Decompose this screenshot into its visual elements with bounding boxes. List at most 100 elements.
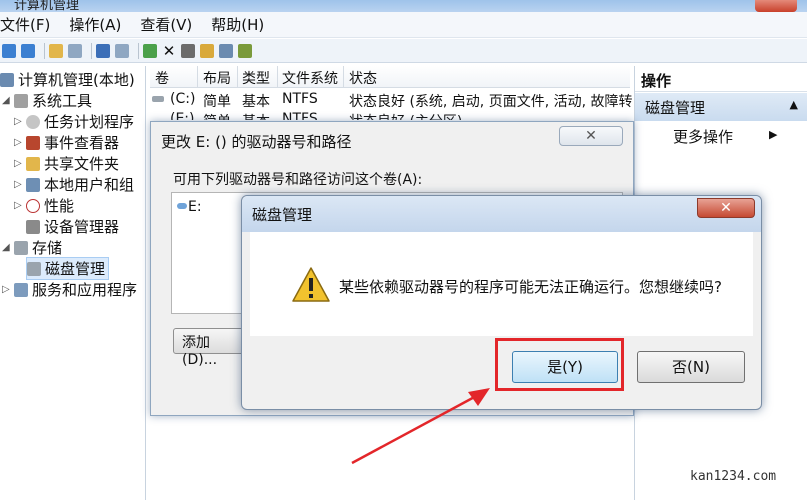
menu-help[interactable]: 帮助(H) (211, 14, 264, 35)
clock-icon (26, 114, 40, 129)
users-icon (26, 177, 40, 192)
expand-arrow-icon[interactable]: ▷ (14, 200, 26, 211)
column-divider[interactable] (237, 66, 238, 88)
expand-arrow-icon[interactable]: ▷ (14, 179, 26, 190)
tree-item-disk-management[interactable]: 磁盘管理 (26, 257, 110, 280)
window-titlebar: 计算机管理 (0, 0, 807, 12)
menu-view[interactable]: 查看(V) (140, 14, 192, 35)
list-header: 卷 布局 类型 文件系统 状态 (150, 66, 630, 88)
no-button[interactable]: 否(N) (637, 351, 745, 383)
open-folder-icon[interactable] (200, 43, 214, 58)
cell-type: 基本 (242, 111, 270, 120)
toolbar-separator (91, 42, 92, 59)
collapse-caret-icon[interactable]: ▲ (790, 98, 798, 111)
cell-layout: 简单 (203, 111, 231, 120)
column-divider[interactable] (343, 66, 344, 88)
window-close-button[interactable] (755, 0, 797, 12)
expand-arrow-icon[interactable]: ▷ (14, 158, 26, 169)
up-folder-icon[interactable] (49, 43, 63, 58)
menu-bar: 文件(F) 操作(A) 查看(V) 帮助(H) (0, 12, 807, 38)
toolbar-separator (138, 42, 139, 59)
actions-title: 操作 (635, 66, 807, 92)
collapse-arrow-icon[interactable]: ◢ (2, 95, 14, 106)
services-icon (14, 282, 28, 297)
tree-item-shared-folders[interactable]: ▷ 共享文件夹 (14, 153, 119, 174)
check-icon[interactable] (181, 43, 195, 58)
tree-item-device-manager[interactable]: 设备管理器 (26, 216, 119, 237)
menu-file[interactable]: 文件(F) (0, 14, 50, 35)
more-actions-link[interactable]: 更多操作 (673, 126, 733, 147)
cell-layout: 简单 (203, 94, 231, 110)
tree-label: 系统工具 (32, 92, 93, 110)
tree-label: 共享文件夹 (44, 155, 120, 173)
close-button[interactable]: ✕ (559, 126, 623, 146)
window-title: 计算机管理 (14, 0, 80, 12)
tree-label: 性能 (44, 197, 75, 215)
refresh-icon[interactable] (143, 43, 157, 58)
dialog-titlebar: 磁盘管理 ✕ (242, 196, 761, 232)
help-icon[interactable] (96, 43, 110, 58)
delete-icon[interactable]: ✕ (162, 43, 176, 58)
cell-volume: (C:) (170, 91, 196, 107)
tree-label: 任务计划程序 (44, 113, 135, 131)
cell-type: 基本 (242, 94, 270, 110)
column-divider[interactable] (197, 66, 198, 88)
cell-volume: (E:) (170, 111, 195, 120)
device-manager-icon (26, 219, 40, 234)
dialog-message: 某些依赖驱动器号的程序可能无法正确运行。您想继续吗? (339, 278, 722, 296)
warning-icon (292, 267, 330, 302)
tools-icon (14, 93, 28, 108)
tree-item-local-users[interactable]: ▷ 本地用户和组 (14, 174, 134, 195)
drive-icon (177, 203, 187, 209)
tree-root[interactable]: 计算机管理(本地) (0, 69, 135, 90)
menu-action[interactable]: 操作(A) (69, 14, 121, 35)
cell-filesystem: NTFS (282, 111, 318, 120)
column-header-filesystem[interactable]: 文件系统 (282, 68, 338, 88)
tree-item-event-viewer[interactable]: ▷ 事件查看器 (14, 132, 119, 153)
tree-label: 服务和应用程序 (32, 281, 138, 299)
table-row[interactable]: (E:) 简单 基本 NTFS 状态良好 (主分区) (150, 110, 630, 120)
column-divider[interactable] (277, 66, 278, 88)
column-header-type[interactable]: 类型 (242, 68, 270, 88)
volume-icon (152, 96, 164, 102)
toolbar: ✕ (0, 39, 807, 63)
expand-arrow-icon[interactable]: ▷ (2, 284, 14, 295)
tree-root-label: 计算机管理(本地) (18, 71, 135, 89)
navigation-tree: 计算机管理(本地) ◢ 系统工具 ▷ 任务计划程序 ▷ 事件查看器 ▷ 共享文件… (0, 66, 146, 500)
cell-filesystem: NTFS (282, 91, 318, 107)
add-button[interactable]: 添加(D)... (173, 328, 249, 368)
expand-arrow-icon[interactable]: ▷ (14, 116, 26, 127)
rescan-icon[interactable] (238, 43, 252, 58)
collapse-arrow-icon[interactable]: ◢ (2, 242, 14, 253)
tree-item-performance[interactable]: ▷ 性能 (14, 195, 74, 216)
close-button[interactable]: ✕ (697, 198, 755, 218)
show-tree-icon[interactable] (68, 43, 82, 58)
back-icon[interactable] (2, 43, 16, 58)
disk-icon (27, 261, 41, 276)
path-entry[interactable]: E: (188, 199, 202, 215)
event-viewer-icon (26, 135, 40, 150)
cell-status: 状态良好 (主分区) (349, 111, 462, 120)
paths-label: 可用下列驱动器号和路径访问这个卷(A): (173, 172, 423, 188)
close-icon: ✕ (720, 200, 732, 216)
expand-arrow-icon[interactable]: ▷ (14, 137, 26, 148)
column-header-layout[interactable]: 布局 (203, 68, 231, 88)
properties-icon[interactable] (115, 43, 129, 58)
cell-status: 状态良好 (系统, 启动, 页面文件, 活动, 故障转 (349, 94, 633, 110)
watermark: kan1234.com (690, 469, 777, 484)
column-header-status[interactable]: 状态 (349, 68, 377, 88)
dialog-title: 更改 E: () 的驱动器号和路径 (161, 133, 352, 151)
table-row[interactable]: (C:) 简单 基本 NTFS 状态良好 (系统, 启动, 页面文件, 活动, … (150, 90, 633, 110)
forward-icon[interactable] (21, 43, 35, 58)
toolbar-separator (44, 42, 45, 59)
actions-section-disk-management[interactable]: 磁盘管理 ▲ (635, 93, 807, 121)
tree-item-storage[interactable]: ◢ 存储 (2, 237, 62, 258)
tree-item-services-apps[interactable]: ▷ 服务和应用程序 (2, 279, 137, 300)
column-header-volume[interactable]: 卷 (155, 68, 169, 88)
tree-item-task-scheduler[interactable]: ▷ 任务计划程序 (14, 111, 134, 132)
performance-icon (26, 198, 40, 213)
search-icon[interactable] (219, 43, 233, 58)
tree-label: 设备管理器 (44, 218, 120, 236)
tree-item-system-tools[interactable]: ◢ 系统工具 (2, 90, 92, 111)
computer-icon (0, 72, 14, 87)
